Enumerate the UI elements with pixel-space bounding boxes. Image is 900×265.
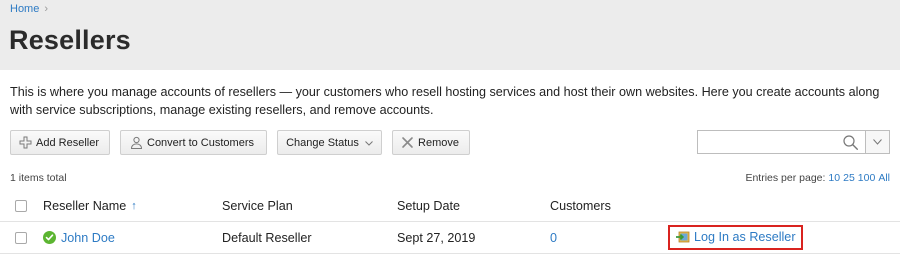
- add-reseller-button[interactable]: Add Reseller: [10, 130, 110, 155]
- change-status-label: Change Status: [286, 136, 359, 149]
- remove-label: Remove: [418, 136, 459, 149]
- service-plan-cell: Default Reseller: [222, 230, 312, 245]
- check-circle-icon: [43, 231, 56, 244]
- column-reseller-name-label: Reseller Name: [43, 199, 127, 213]
- page-size-25[interactable]: 25: [843, 172, 855, 184]
- column-setup-date[interactable]: Setup Date: [397, 191, 460, 221]
- search-box: [697, 130, 890, 154]
- search-options-toggle[interactable]: [865, 130, 890, 154]
- search-icon[interactable]: [842, 134, 859, 151]
- page-size-10[interactable]: 10: [828, 172, 840, 184]
- log-in-as-reseller-button[interactable]: Log In as Reseller: [668, 224, 803, 250]
- sort-ascending-icon: ↑: [131, 200, 137, 212]
- entries-per-page: Entries per page: 10 25 100 All: [745, 172, 890, 184]
- reseller-name-cell: John Doe: [43, 222, 115, 253]
- page-size-all[interactable]: All: [878, 172, 890, 184]
- resellers-table: Reseller Name ↑ Service Plan Setup Date …: [0, 191, 900, 254]
- log-in-as-reseller-label: Log In as Reseller: [694, 230, 796, 244]
- table-row: John Doe Default Reseller Sept 27, 2019 …: [0, 222, 900, 254]
- breadcrumb-separator: ›: [44, 3, 49, 15]
- reseller-name-link[interactable]: John Doe: [61, 231, 115, 245]
- toolbar: Add Reseller Convert to Customers Change…: [10, 130, 470, 155]
- table-header-row: Reseller Name ↑ Service Plan Setup Date …: [0, 191, 900, 222]
- customers-count-cell: 0: [550, 222, 557, 253]
- breadcrumb-home-link[interactable]: Home: [10, 3, 39, 15]
- page-header: Home › Resellers: [0, 0, 900, 70]
- user-icon: [129, 136, 143, 150]
- x-icon: [401, 136, 414, 150]
- search-input[interactable]: [697, 130, 865, 154]
- remove-button[interactable]: Remove: [392, 130, 470, 155]
- entries-per-page-label: Entries per page:: [745, 172, 826, 184]
- chevron-down-icon: [873, 139, 882, 145]
- items-total: 1 items total: [10, 172, 67, 184]
- plus-icon: [19, 136, 32, 150]
- page-description: This is where you manage accounts of res…: [10, 85, 880, 117]
- setup-date-cell: Sept 27, 2019: [397, 230, 476, 245]
- convert-to-customers-button[interactable]: Convert to Customers: [120, 130, 267, 155]
- row-checkbox[interactable]: [15, 231, 27, 244]
- action-cell: Log In as Reseller: [668, 222, 803, 253]
- page-title: Resellers: [9, 25, 131, 55]
- chevron-down-icon: [365, 138, 373, 148]
- customers-count-link[interactable]: 0: [550, 231, 557, 245]
- add-reseller-label: Add Reseller: [36, 136, 99, 149]
- breadcrumb: Home ›: [10, 3, 48, 15]
- column-service-plan[interactable]: Service Plan: [222, 191, 293, 221]
- column-customers[interactable]: Customers: [550, 191, 611, 221]
- column-reseller-name[interactable]: Reseller Name ↑: [43, 191, 137, 221]
- change-status-button[interactable]: Change Status: [277, 130, 382, 155]
- convert-to-customers-label: Convert to Customers: [147, 136, 254, 149]
- row-checkbox-cell: [15, 222, 27, 253]
- select-all-checkbox-cell: [15, 191, 27, 221]
- login-icon: [676, 231, 690, 243]
- page-size-100[interactable]: 100: [858, 172, 876, 184]
- select-all-checkbox[interactable]: [15, 200, 27, 212]
